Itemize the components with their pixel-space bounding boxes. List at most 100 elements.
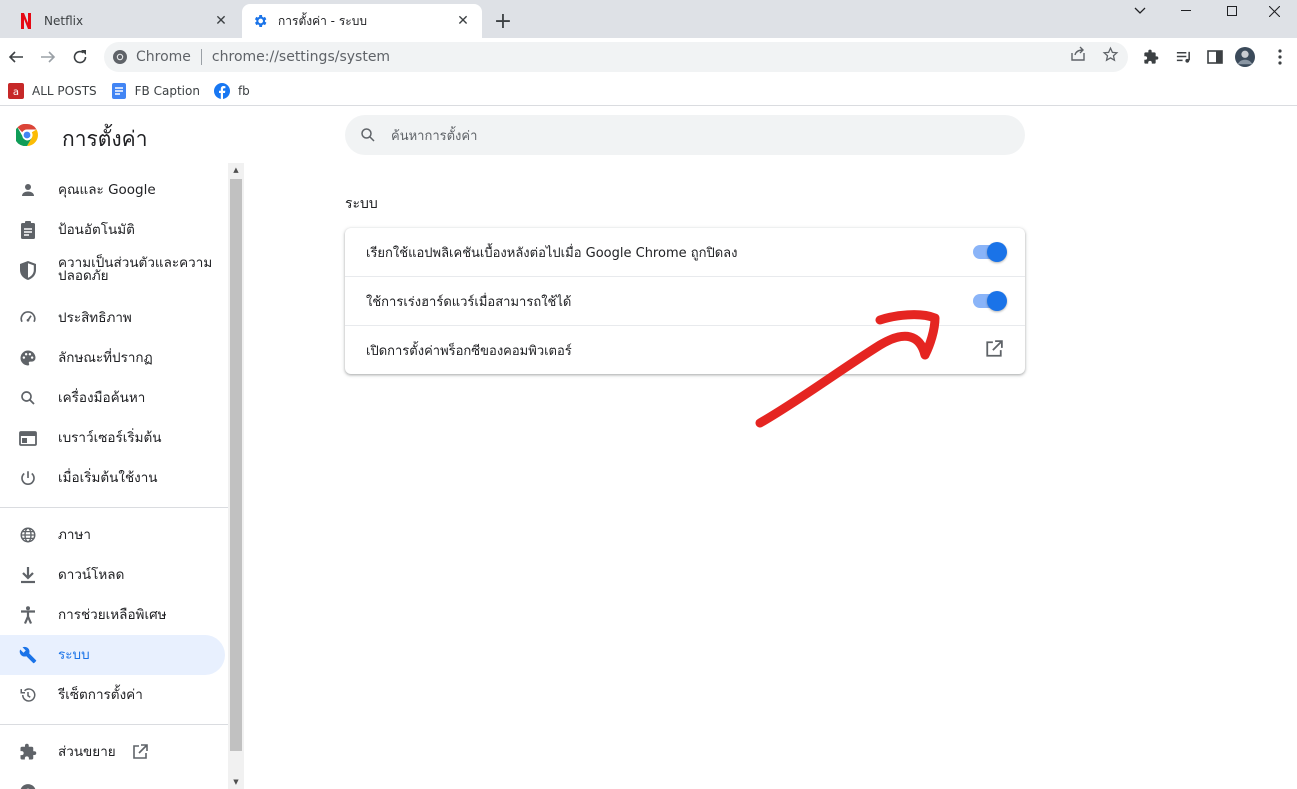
bookmark-fb[interactable]: fb <box>213 82 250 99</box>
bookmark-fb-caption[interactable]: FB Caption <box>111 82 200 99</box>
tab-settings[interactable]: การตั้งค่า - ระบบ ✕ <box>242 4 482 38</box>
sidebar-item-you-and-google[interactable]: คุณและ Google <box>0 170 225 210</box>
sidebar-item-appearance[interactable]: ลักษณะที่ปรากฏ <box>0 338 225 378</box>
share-icon[interactable] <box>1069 45 1087 63</box>
search-placeholder: ค้นหาการตั้งค่า <box>391 128 478 144</box>
star-icon[interactable] <box>1101 45 1119 63</box>
setting-row-hardware-acceleration[interactable]: ใช้การเร่งฮาร์ดแวร์เมื่อสามารถใช้ได้ <box>345 276 1025 325</box>
puzzle-icon[interactable] <box>1141 47 1161 67</box>
setting-label: ใช้การเร่งฮาร์ดแวร์เมื่อสามารถใช้ได้ <box>366 294 572 310</box>
setting-label: เปิดการตั้งค่าพร็อกซีของคอมพิวเตอร์ <box>366 343 572 359</box>
gear-icon <box>252 13 268 29</box>
url-text[interactable]: chrome://settings/system <box>212 49 390 65</box>
bookmark-label: FB Caption <box>134 83 200 98</box>
sidebar-item-performance[interactable]: ประสิทธิภาพ <box>0 298 225 338</box>
sidebar-item-label: ความเป็นส่วนตัวและความปลอดภัย <box>58 255 213 284</box>
scroll-up-icon[interactable]: ▲ <box>228 163 244 177</box>
tab-netflix[interactable]: Netflix ✕ <box>8 4 240 38</box>
close-icon[interactable]: ✕ <box>212 12 230 30</box>
power-icon <box>18 468 38 488</box>
chrome-icon <box>18 782 38 789</box>
search-icon <box>359 126 377 144</box>
browser-icon <box>18 428 38 448</box>
sidebar-item-reset[interactable]: รีเซ็ตการตั้งค่า <box>0 675 225 715</box>
document-icon <box>111 82 127 99</box>
sidebar-item-about-chrome[interactable] <box>0 772 225 789</box>
puzzle-icon <box>18 742 38 762</box>
tab-title: Netflix <box>44 14 84 28</box>
system-settings-card: เรียกใช้แอปพลิเคชันเบื้องหลังต่อไปเมื่อ … <box>345 228 1025 374</box>
wrench-icon <box>18 645 38 665</box>
settings-header: การตั้งค่า ค้นหาการตั้งค่า <box>0 107 1297 163</box>
back-button[interactable] <box>3 44 29 70</box>
sidebar-item-default-browser[interactable]: เบราว์เซอร์เริ่มต้น <box>0 418 225 458</box>
sidebar-item-extensions[interactable]: ส่วนขยาย <box>0 732 225 772</box>
sidebar-item-label: ส่วนขยาย <box>58 743 116 760</box>
media-control-icon[interactable] <box>1173 47 1193 67</box>
chevron-down-icon[interactable] <box>1117 0 1163 22</box>
scroll-down-icon[interactable]: ▼ <box>228 775 244 789</box>
reload-button[interactable] <box>67 44 93 70</box>
avatar[interactable] <box>1235 47 1255 67</box>
close-window-button[interactable] <box>1251 0 1297 22</box>
bookmark-label: ALL POSTS <box>32 83 97 98</box>
chrome-logo-icon <box>14 123 38 147</box>
hardware-acceleration-toggle[interactable] <box>973 291 1007 311</box>
facebook-icon <box>213 82 230 99</box>
sidebar-item-label: เมื่อเริ่มต้นใช้งาน <box>58 469 158 486</box>
blog-icon: a <box>8 82 24 99</box>
sidebar-item-privacy[interactable]: ความเป็นส่วนตัวและความปลอดภัย <box>0 250 225 290</box>
scrollbar[interactable]: ▲ ▼ <box>228 163 244 789</box>
forward-button[interactable] <box>35 44 61 70</box>
sidebar-item-label: เบราว์เซอร์เริ่มต้น <box>58 429 162 446</box>
sidebar: คุณและ Google ป้อนอัตโนมัติ ความเป็นส่วน… <box>0 163 244 789</box>
clipboard-icon <box>18 220 38 240</box>
setting-row-background-apps[interactable]: เรียกใช้แอปพลิเคชันเบื้องหลังต่อไปเมื่อ … <box>345 228 1025 277</box>
menu-icon[interactable] <box>1270 47 1290 67</box>
bookmarks-bar: a ALL POSTS FB Caption fb <box>0 76 1297 106</box>
bookmark-label: fb <box>237 83 250 98</box>
scroll-thumb[interactable] <box>230 179 242 751</box>
side-panel-icon[interactable] <box>1205 47 1225 67</box>
sidebar-item-downloads[interactable]: ดาวน์โหลด <box>0 555 225 595</box>
svg-text:a: a <box>13 87 19 98</box>
globe-icon <box>18 525 38 545</box>
sidebar-item-languages[interactable]: ภาษา <box>0 515 225 555</box>
maximize-button[interactable] <box>1209 0 1255 22</box>
sidebar-item-accessibility[interactable]: การช่วยเหลือพิเศษ <box>0 595 225 635</box>
external-link-icon[interactable] <box>985 340 1005 360</box>
setting-row-proxy[interactable]: เปิดการตั้งค่าพร็อกซีของคอมพิวเตอร์ <box>345 325 1025 374</box>
sidebar-item-label: เครื่องมือค้นหา <box>58 389 146 406</box>
sidebar-item-label: รีเซ็ตการตั้งค่า <box>58 686 143 703</box>
sidebar-item-autofill[interactable]: ป้อนอัตโนมัติ <box>0 210 225 250</box>
speedometer-icon <box>18 308 38 328</box>
tab-title: การตั้งค่า - ระบบ <box>278 13 367 28</box>
close-icon[interactable]: ✕ <box>454 12 472 30</box>
bookmark-all-posts[interactable]: a ALL POSTS <box>8 82 97 99</box>
minimize-button[interactable] <box>1163 0 1209 22</box>
sidebar-item-label: ป้อนอัตโนมัติ <box>58 221 135 238</box>
new-tab-button[interactable]: + <box>492 9 514 34</box>
tab-strip: Netflix ✕ การตั้งค่า - ระบบ ✕ + <box>0 0 1297 38</box>
sidebar-item-label: ภาษา <box>58 526 91 543</box>
search-icon <box>18 388 38 408</box>
sidebar-item-label: คุณและ Google <box>58 181 156 198</box>
background-apps-toggle[interactable] <box>973 242 1007 262</box>
site-chip: Chrome <box>136 49 191 65</box>
toggle-knob <box>987 242 1007 262</box>
person-icon <box>18 180 38 200</box>
toggle-knob <box>987 291 1007 311</box>
search-input[interactable]: ค้นหาการตั้งค่า <box>345 115 1025 155</box>
sidebar-item-system[interactable]: ระบบ <box>0 635 225 675</box>
sidebar-item-search-engine[interactable]: เครื่องมือค้นหา <box>0 378 225 418</box>
sidebar-item-label: ลักษณะที่ปรากฏ <box>58 349 153 366</box>
shield-icon <box>18 260 38 280</box>
sidebar-item-label: ระบบ <box>58 646 90 663</box>
sidebar-item-on-startup[interactable]: เมื่อเริ่มต้นใช้งาน <box>0 458 225 498</box>
address-bar[interactable]: Chrome chrome://settings/system <box>104 42 1128 72</box>
reset-icon <box>18 685 38 705</box>
toolbar: Chrome chrome://settings/system <box>0 38 1297 76</box>
sidebar-item-label: ดาวน์โหลด <box>58 566 125 583</box>
divider <box>0 507 228 508</box>
netflix-icon <box>18 13 34 29</box>
